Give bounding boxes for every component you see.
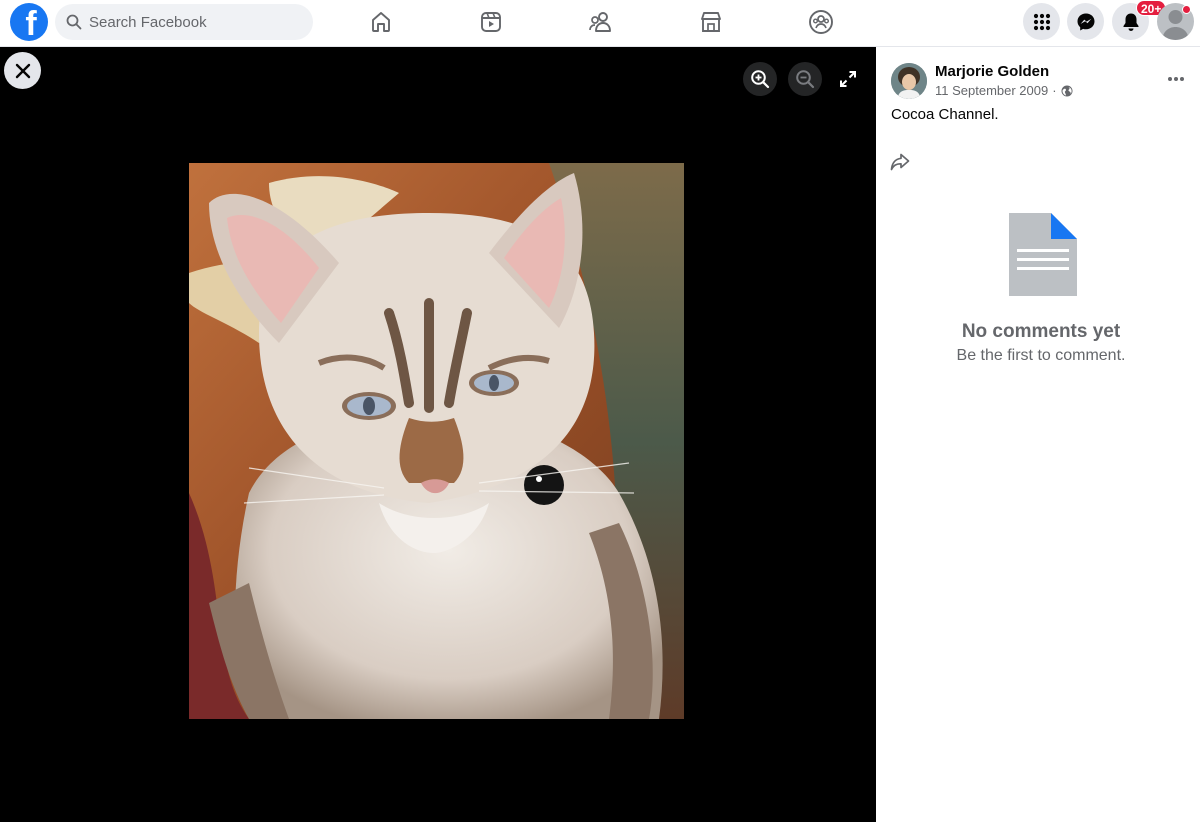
zoom-in-button[interactable] — [743, 62, 777, 96]
nav-friends[interactable] — [584, 7, 618, 37]
search-bar[interactable] — [55, 4, 313, 40]
share-button[interactable] — [888, 151, 912, 173]
post-caption: Cocoa Channel. — [891, 106, 999, 123]
post-details-panel — [876, 47, 1200, 822]
friends-icon — [589, 12, 611, 32]
facebook-logo[interactable]: f — [10, 3, 48, 41]
expand-icon — [840, 71, 856, 87]
menu-button[interactable] — [1023, 3, 1060, 40]
close-viewer-button[interactable] — [4, 52, 41, 89]
zoom-out-button[interactable] — [788, 62, 822, 96]
more-options-icon — [1168, 77, 1184, 81]
nav-marketplace[interactable] — [694, 7, 728, 37]
meta-separator: · — [1052, 83, 1057, 98]
unread-dot — [1182, 5, 1191, 14]
grid-menu-icon — [1033, 13, 1050, 30]
messenger-button[interactable] — [1067, 3, 1104, 40]
cat-photo-illustration — [189, 163, 684, 719]
search-input[interactable] — [89, 13, 289, 31]
post-options-button[interactable] — [1160, 66, 1192, 92]
fullscreen-button[interactable] — [835, 66, 861, 92]
home-icon — [372, 12, 390, 32]
video-icon — [481, 12, 501, 32]
empty-comments-illustration — [1009, 213, 1077, 296]
marketplace-icon — [701, 12, 721, 32]
author-name[interactable]: Marjorie Golden — [935, 63, 1049, 80]
nav-groups[interactable] — [804, 7, 838, 37]
nav-video[interactable] — [474, 7, 508, 37]
bell-icon — [1123, 13, 1138, 31]
close-icon — [15, 63, 30, 78]
zoom-in-icon — [751, 70, 770, 89]
empty-comments-subtitle: Be the first to comment. — [956, 347, 1126, 364]
author-avatar[interactable] — [891, 63, 927, 99]
nav-home[interactable] — [364, 7, 398, 37]
post-photo[interactable] — [189, 163, 684, 719]
post-date[interactable]: 11 September 2009 — [935, 83, 1048, 98]
post-meta: 11 September 2009 · — [935, 83, 1073, 98]
globe-icon — [1061, 85, 1073, 96]
groups-icon — [809, 10, 833, 34]
search-icon — [66, 14, 82, 30]
zoom-out-icon — [796, 70, 815, 89]
messenger-icon — [1077, 13, 1094, 30]
author-photo — [891, 63, 927, 99]
share-icon — [890, 153, 910, 171]
empty-comments-title: No comments yet — [961, 321, 1121, 342]
document-icon — [1009, 213, 1077, 296]
facebook-logo-letter: f — [25, 5, 37, 41]
